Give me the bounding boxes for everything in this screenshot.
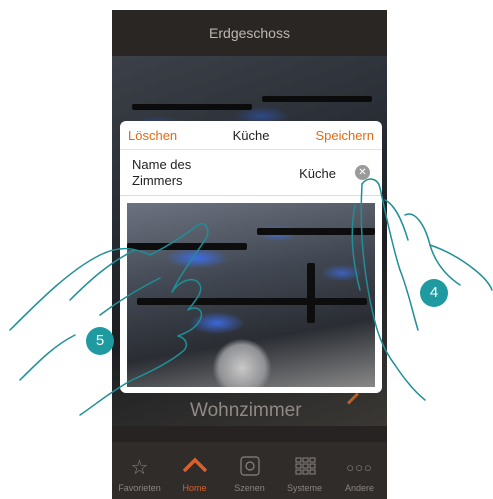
more-icon: ○○○ [346,460,373,475]
grid-icon [294,455,316,483]
callout-step-4: 4 [420,279,448,307]
room-name-label[interactable]: Wohnzimmer [190,400,302,422]
edit-room-dialog: Löschen Küche Speichern Name des Zimmers… [120,121,382,393]
tab-home[interactable]: Home [167,442,222,499]
tab-home-label: Home [182,483,207,493]
tab-other[interactable]: ○○○ Andere [332,442,387,499]
room-name-input[interactable]: Küche [299,166,336,181]
star-icon: ☆ [130,457,149,479]
room-name-field-label: Name des Zimmers [132,157,192,188]
callout-step-5: 5 [86,327,114,355]
tab-other-label: Andere [344,483,375,493]
tab-favorites[interactable]: ☆ Favorieten [112,442,167,499]
tab-scenes[interactable]: Szenen [222,442,277,499]
bottom-tab-bar: ☆ Favorieten Home Szenen Systeme ○○○ And… [112,442,387,499]
room-name-row: Name des Zimmers Küche ✕ [120,149,382,196]
room-photo[interactable] [127,203,375,387]
dialog-header: Löschen Küche Speichern [120,121,382,150]
tab-scenes-label: Szenen [234,483,265,493]
home-icon [182,455,208,483]
scenes-icon [239,455,261,483]
tab-systems-label: Systeme [286,483,322,493]
tab-favorites-label: Favorieten [118,483,161,493]
save-button[interactable]: Speichern [315,128,374,143]
clear-icon[interactable]: ✕ [355,165,370,180]
tab-systems[interactable]: Systeme [277,442,332,499]
page-title: Erdgeschoss [112,10,387,56]
